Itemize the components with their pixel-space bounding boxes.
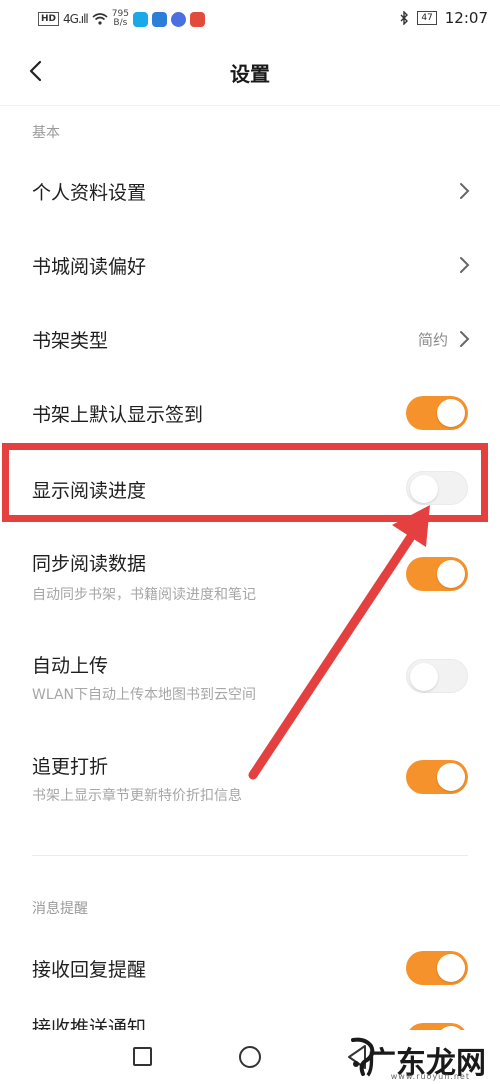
clock: 12:07 <box>444 9 488 27</box>
row-title: 追更打折 <box>32 756 109 778</box>
home-icon[interactable] <box>239 1046 261 1068</box>
network-type: HD <box>38 12 60 26</box>
row-title: 书城阅读偏好 <box>32 256 147 278</box>
row-title: 自动上传 <box>32 655 109 677</box>
app-notification-icon <box>132 11 148 27</box>
section-divider <box>32 855 468 856</box>
net-speed-unit: B/s <box>113 18 128 28</box>
row-title: 接收回复提醒 <box>32 959 147 981</box>
row-title: 书架上默认显示签到 <box>32 404 204 426</box>
row-title: 同步阅读数据 <box>32 553 147 575</box>
row-subtitle: 自动同步书架，书籍阅读进度和笔记 <box>32 587 256 603</box>
setting-row-reply-notice: 接收回复提醒 <box>0 935 500 1001</box>
toggle-switch[interactable] <box>406 951 468 985</box>
setting-row-profile[interactable]: 个人资料设置 <box>0 158 500 224</box>
app-notification-icon <box>151 11 167 27</box>
chevron-right-icon <box>460 183 470 199</box>
chevron-right-icon <box>460 257 470 273</box>
setting-row-shelf-type[interactable]: 书架类型 简约 <box>0 306 500 372</box>
row-title: 书架类型 <box>32 330 109 352</box>
net-speed: 795 B/s <box>112 10 129 28</box>
app-header: 设置 <box>0 38 500 106</box>
signal-icon: 4G.ıll <box>63 12 89 26</box>
system-nav-bar: 广东龙网 www.ruoyun.net <box>0 1030 500 1084</box>
app-notification-icon <box>189 11 205 27</box>
wifi-icon <box>92 13 108 25</box>
chevron-right-icon <box>460 331 470 347</box>
music-notification-icon <box>170 11 186 27</box>
watermark-url: www.ruoyun.net <box>390 1072 470 1081</box>
toggle-knob <box>410 663 438 691</box>
battery-icon: 47 <box>417 11 437 25</box>
toggle-knob <box>437 560 465 588</box>
bluetooth-icon <box>400 11 409 25</box>
setting-row-sync: 同步阅读数据 自动同步书架，书籍阅读进度和笔记 <box>0 540 500 620</box>
toggle-knob <box>437 399 465 427</box>
row-subtitle: 书架上显示章节更新特价折扣信息 <box>32 788 242 804</box>
toggle-switch[interactable] <box>406 760 468 794</box>
row-subtitle: WLAN下自动上传本地图书到云空间 <box>32 687 257 703</box>
row-value: 简约 <box>417 331 448 349</box>
toggle-switch[interactable] <box>406 659 468 693</box>
toggle-knob <box>437 763 465 791</box>
toggle-knob <box>437 954 465 982</box>
status-left: HD 4G.ıll 795 B/s <box>38 10 205 28</box>
status-right: 47 12:07 <box>399 9 488 27</box>
row-title: 个人资料设置 <box>32 182 147 204</box>
toggle-switch[interactable] <box>406 396 468 430</box>
setting-row-shelf-signin: 书架上默认显示签到 <box>0 380 500 446</box>
status-bar: HD 4G.ıll 795 B/s 47 12:07 <box>0 0 500 38</box>
recent-apps-icon[interactable] <box>133 1047 152 1066</box>
annotation-highlight-box <box>2 443 488 522</box>
page-title: 设置 <box>230 62 270 86</box>
toggle-switch[interactable] <box>406 557 468 591</box>
section-label-basic: 基本 <box>32 125 60 141</box>
setting-row-store-pref[interactable]: 书城阅读偏好 <box>0 232 500 298</box>
setting-row-auto-upload: 自动上传 WLAN下自动上传本地图书到云空间 <box>0 642 500 722</box>
setting-row-discount: 追更打折 书架上显示章节更新特价折扣信息 <box>0 743 500 823</box>
section-label-notify: 消息提醒 <box>32 901 88 917</box>
